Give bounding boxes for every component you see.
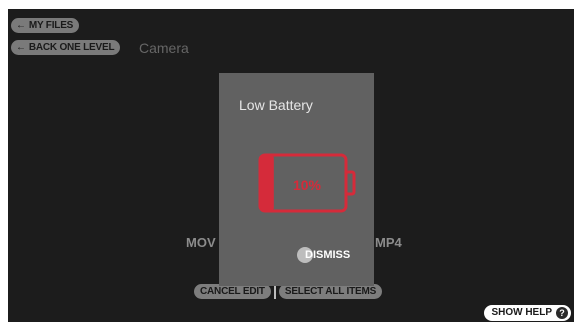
my-files-button[interactable]: ← MY FILES	[11, 18, 80, 33]
left-arrow-icon: ←	[16, 42, 26, 53]
file-type-label-mp4[interactable]: MP4	[375, 235, 402, 251]
action-bar-divider	[273, 284, 276, 299]
back-one-level-button[interactable]: ← BACK ONE LEVEL	[11, 40, 121, 55]
dismiss-button[interactable]: DISMISS	[297, 247, 350, 263]
battery-terminal	[344, 170, 356, 196]
select-all-items-button[interactable]: SELECT ALL ITEMS	[278, 284, 383, 299]
left-arrow-icon: ←	[16, 20, 26, 31]
dismiss-label: DISMISS	[305, 249, 351, 261]
show-help-button[interactable]: SHOW HELP ?	[484, 305, 571, 321]
battery-low-icon: 10%	[258, 153, 356, 213]
file-type-label-mov[interactable]: MOV	[186, 235, 216, 251]
low-battery-dialog: Low Battery 10% DISMISS	[219, 73, 374, 286]
battery-percent-text: 10%	[293, 177, 322, 193]
cancel-edit-button[interactable]: CANCEL EDIT	[194, 284, 271, 299]
my-files-label: MY FILES	[28, 20, 74, 31]
dialog-title: Low Battery	[239, 97, 313, 113]
edit-action-bar: CANCEL EDIT SELECT ALL ITEMS	[194, 284, 383, 299]
question-mark-icon: ?	[556, 307, 568, 319]
show-help-label: SHOW HELP	[491, 307, 552, 318]
current-folder-name: Camera	[139, 40, 189, 56]
back-one-level-label: BACK ONE LEVEL	[28, 42, 115, 53]
camera-screen: ← MY FILES ← BACK ONE LEVEL Camera MOV MP4…	[8, 9, 574, 322]
battery-level-fill	[260, 155, 274, 211]
